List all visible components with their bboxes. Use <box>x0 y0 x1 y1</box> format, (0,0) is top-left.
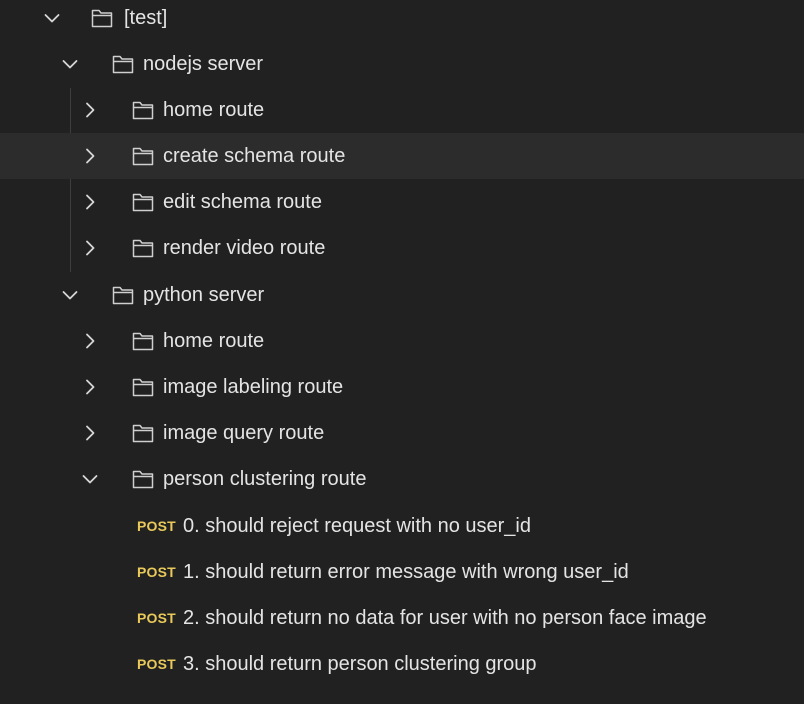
tree-item-nodejs-server[interactable]: nodejs server <box>0 41 804 87</box>
folder-icon <box>111 52 135 76</box>
tree-item-home-route[interactable]: home route <box>0 318 804 364</box>
request-label: 3. should return person clustering group <box>183 653 537 675</box>
method-badge: POST <box>137 564 176 580</box>
tree-item-home-route[interactable]: home route <box>0 87 804 133</box>
chevron-down-icon[interactable] <box>40 6 64 30</box>
folder-icon <box>131 190 155 214</box>
chevron-down-icon[interactable] <box>58 52 82 76</box>
folder-icon <box>131 144 155 168</box>
chevron-right-icon[interactable] <box>78 421 102 445</box>
tree-item-python-server[interactable]: python server <box>0 272 804 318</box>
tree-item-image-labeling-route[interactable]: image labeling route <box>0 364 804 410</box>
tree-item-create-schema-route[interactable]: create schema route <box>0 133 804 179</box>
folder-icon <box>131 98 155 122</box>
folder-icon <box>90 6 114 30</box>
method-badge: POST <box>137 518 176 534</box>
request-item[interactable]: POST 0. should reject request with no us… <box>0 503 804 549</box>
tree-item-label: nodejs server <box>143 53 264 75</box>
request-item[interactable]: POST 1. should return error message with… <box>0 549 804 595</box>
chevron-right-icon[interactable] <box>78 190 102 214</box>
tree-item-root[interactable]: [test] <box>0 0 804 41</box>
folder-icon <box>131 375 155 399</box>
chevron-down-icon[interactable] <box>58 283 82 307</box>
tree-item-label: person clustering route <box>163 468 367 490</box>
folder-icon <box>131 236 155 260</box>
folder-icon <box>131 467 155 491</box>
collection-tree: [test] nodejs server home route create s… <box>0 0 804 704</box>
request-label: 2. should return no data for user with n… <box>183 607 707 629</box>
chevron-right-icon[interactable] <box>78 375 102 399</box>
tree-item-label: home route <box>163 99 265 121</box>
tree-item-label: image labeling route <box>163 376 344 398</box>
method-badge: POST <box>137 656 176 672</box>
tree-item-label: python server <box>143 284 265 306</box>
folder-icon <box>131 421 155 445</box>
request-label: 0. should reject request with no user_id <box>183 515 531 537</box>
tree-item-render-video-route[interactable]: render video route <box>0 225 804 271</box>
chevron-right-icon[interactable] <box>78 236 102 260</box>
tree-item-label: image query route <box>163 422 325 444</box>
chevron-right-icon[interactable] <box>78 144 102 168</box>
chevron-right-icon[interactable] <box>78 98 102 122</box>
folder-icon <box>111 283 135 307</box>
tree-item-label: home route <box>163 330 265 352</box>
folder-icon <box>131 329 155 353</box>
tree-item-edit-schema-route[interactable]: edit schema route <box>0 179 804 225</box>
tree-item-label: render video route <box>163 237 326 259</box>
request-label: 1. should return error message with wron… <box>183 561 629 583</box>
request-item[interactable]: POST 3. should return person clustering … <box>0 641 804 687</box>
tree-item-label: create schema route <box>163 145 346 167</box>
tree-item-person-clustering-route[interactable]: person clustering route <box>0 456 804 502</box>
tree-item-label: [test] <box>124 7 168 29</box>
chevron-right-icon[interactable] <box>78 329 102 353</box>
chevron-down-icon[interactable] <box>78 467 102 491</box>
request-item[interactable]: POST 2. should return no data for user w… <box>0 595 804 641</box>
tree-item-label: edit schema route <box>163 191 322 213</box>
tree-item-image-query-route[interactable]: image query route <box>0 410 804 456</box>
method-badge: POST <box>137 610 176 626</box>
